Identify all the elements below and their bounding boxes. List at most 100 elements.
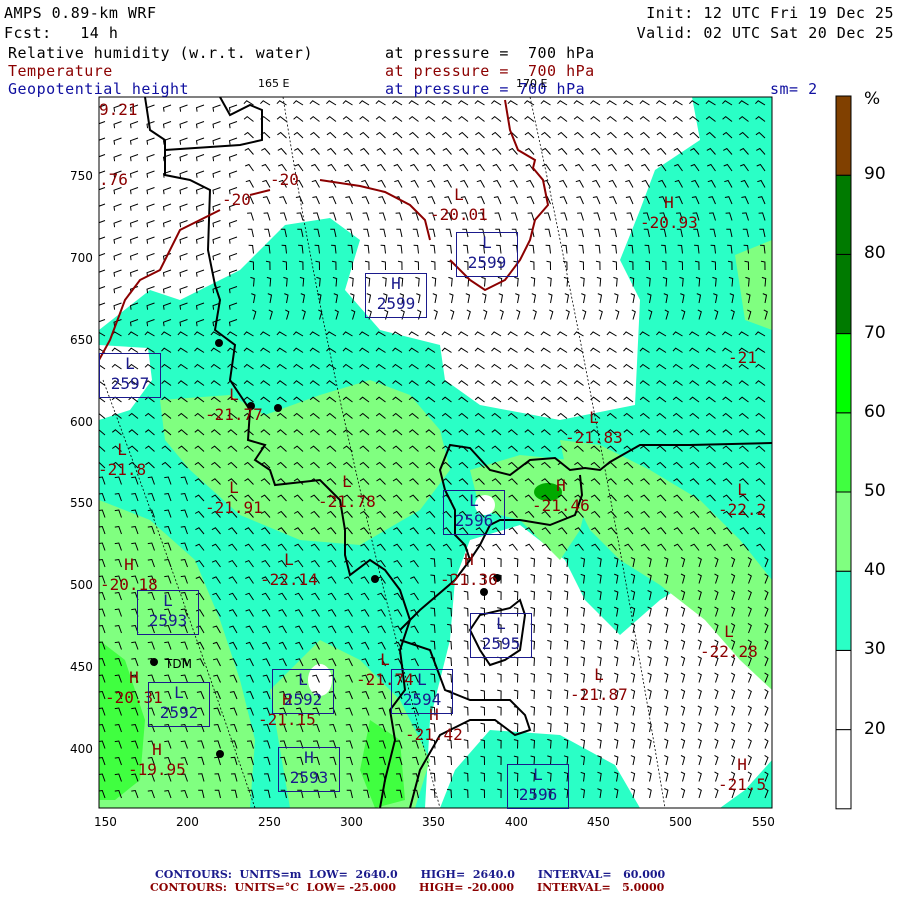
field-temp-level: at pressure = 700 hPa xyxy=(385,62,595,80)
colorbar-segment xyxy=(835,412,852,493)
x-tick-label: 450 xyxy=(587,815,610,829)
x-tick-label: 250 xyxy=(258,815,281,829)
height-value: 2599 xyxy=(467,253,507,272)
x-tick-label: 300 xyxy=(340,815,363,829)
colorbar-segment xyxy=(835,649,852,731)
extremum-symbol: H xyxy=(737,755,747,774)
extremum-symbol: L xyxy=(496,614,506,633)
height-value: 2593 xyxy=(148,611,188,630)
temperature-extremum-label: L -21.78 xyxy=(318,472,376,512)
meridian-label-170e: 170 E xyxy=(516,77,548,90)
temperature-extremum-label: .76 xyxy=(99,170,128,190)
colorbar-unit: % xyxy=(864,89,881,109)
temperature-value: 9.21 xyxy=(99,100,138,119)
colorbar-label: 40 xyxy=(864,560,886,581)
temperature-value: -21.91 xyxy=(205,498,263,517)
extremum-symbol: L xyxy=(163,591,173,610)
init-time: Init: 12 UTC Fri 19 Dec 25 xyxy=(646,4,894,22)
height-value: 2597 xyxy=(110,374,150,393)
height-extremum-box: L 2595 xyxy=(470,613,532,658)
temperature-value: -21.78 xyxy=(318,492,376,511)
colorbar-segment xyxy=(835,95,852,176)
height-value: 2595 xyxy=(481,634,521,653)
temperature-value: -21.77 xyxy=(205,405,263,424)
y-tick-label: 750 xyxy=(70,169,93,183)
height-value: 2593 xyxy=(289,768,329,787)
temperature-value: -20 xyxy=(222,190,251,209)
temperature-value: -21.36 xyxy=(440,570,498,589)
y-tick-label: 600 xyxy=(70,415,93,429)
height-value: 2592 xyxy=(283,690,323,709)
temperature-value: -21 xyxy=(728,348,757,367)
extremum-symbol: L xyxy=(589,408,599,427)
station-label-tdm: TDM xyxy=(165,657,192,671)
height-extremum-box: L 2592 xyxy=(272,669,334,714)
extremum-symbol: L xyxy=(342,472,352,491)
temperature-value: -21.83 xyxy=(565,428,623,447)
y-tick-label: 550 xyxy=(70,496,93,510)
extremum-symbol: L xyxy=(594,665,604,684)
temperature-extremum-label: H -21.5 xyxy=(718,755,766,795)
colorbar-segment xyxy=(835,491,852,572)
field-rh-name: Relative humidity (w.r.t. water) xyxy=(8,44,313,62)
x-tick-label: 350 xyxy=(422,815,445,829)
temperature-extremum-label: L -21.87 xyxy=(570,665,628,705)
x-tick-label: 200 xyxy=(176,815,199,829)
height-extremum-box: L 2596 xyxy=(507,764,569,809)
temperature-value: -19.95 xyxy=(128,760,186,779)
x-tick-label: 150 xyxy=(94,815,117,829)
extremum-symbol: L xyxy=(454,185,464,204)
extremum-symbol: L xyxy=(125,354,135,373)
temperature-extremum-label: -20 xyxy=(222,190,251,210)
height-extremum-box: L 2599 xyxy=(456,232,518,277)
temperature-extremum-label: H -21.36 xyxy=(440,550,498,590)
height-value: 2596 xyxy=(454,511,494,530)
x-tick-label: 500 xyxy=(669,815,692,829)
colorbar-label: 20 xyxy=(864,718,886,739)
temperature-extremum-label: H -19.95 xyxy=(128,740,186,780)
colorbar-segment xyxy=(835,253,852,335)
height-contour-info: CONTOURS: UNITS=m LOW= 2640.0 HIGH= 2640… xyxy=(155,868,666,881)
extremum-symbol: H xyxy=(124,555,134,574)
temperature-extremum-label: H -21.46 xyxy=(532,476,590,516)
temperature-value: -22.2 xyxy=(718,500,767,519)
field-rh-level: at pressure = 700 hPa xyxy=(385,44,595,62)
station-dot xyxy=(216,750,224,758)
height-value: 2599 xyxy=(376,294,416,313)
height-value: 2596 xyxy=(518,785,558,804)
extremum-symbol: H xyxy=(152,740,162,759)
temperature-extremum-label: L -21.8 xyxy=(98,440,146,480)
y-tick-label: 650 xyxy=(70,333,93,347)
colorbar-label: 70 xyxy=(864,322,886,343)
temperature-value: -21.46 xyxy=(532,496,590,515)
height-extremum-box: L 2592 xyxy=(148,682,210,727)
extremum-symbol: L xyxy=(229,478,239,497)
forecast-hour: Fcst: 14 h xyxy=(4,24,119,42)
extremum-symbol: L xyxy=(724,622,734,641)
colorbar-label: 30 xyxy=(864,639,886,660)
extremum-symbol: L xyxy=(482,233,492,252)
temperature-extremum-label: -21 xyxy=(728,348,757,368)
temp-contour-info: CONTOURS: UNITS=°C LOW= -25.000 HIGH= -2… xyxy=(150,881,665,894)
rh-colorbar xyxy=(835,95,852,810)
extremum-symbol: L xyxy=(469,491,479,510)
temperature-extremum-label: 9.21 xyxy=(99,100,138,120)
x-tick-label: 400 xyxy=(505,815,528,829)
height-value: 2592 xyxy=(159,703,199,722)
temperature-extremum-label: L -21.91 xyxy=(205,478,263,518)
extremum-symbol: L xyxy=(284,550,294,569)
valid-time: Valid: 02 UTC Sat 20 Dec 25 xyxy=(636,24,894,42)
colorbar-segment xyxy=(835,174,852,255)
height-extremum-box: L 2594 xyxy=(391,669,453,714)
extremum-symbol: L xyxy=(417,670,427,689)
meridian-label-165e: 165 E xyxy=(258,77,290,90)
station-dot xyxy=(371,575,379,583)
temperature-value: -20.93 xyxy=(640,213,698,232)
temperature-extremum-label: L -20.01 xyxy=(430,185,488,225)
model-title: AMPS 0.89-km WRF xyxy=(4,4,157,22)
temperature-value: .76 xyxy=(99,170,128,189)
temperature-value: -20.01 xyxy=(430,205,488,224)
colorbar-label: 80 xyxy=(864,243,886,264)
y-tick-label: 500 xyxy=(70,578,93,592)
temperature-value: -21.8 xyxy=(98,460,147,479)
